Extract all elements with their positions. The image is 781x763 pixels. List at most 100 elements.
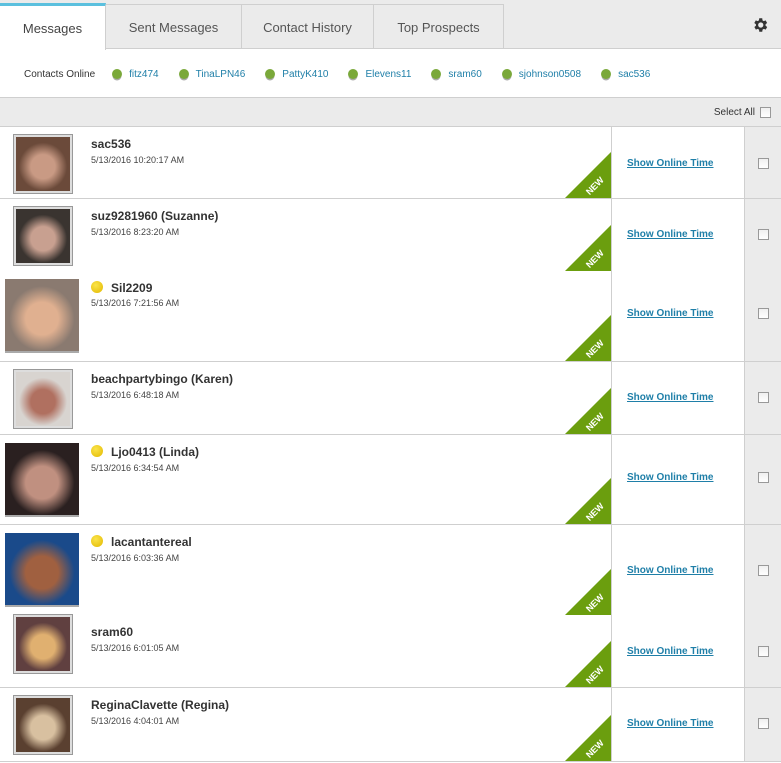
- sender-name-text: sram60: [91, 625, 134, 639]
- message-checkbox[interactable]: [758, 308, 769, 319]
- message-checkbox[interactable]: [758, 229, 769, 240]
- avatar[interactable]: [14, 207, 72, 265]
- new-badge: NEW: [565, 225, 611, 271]
- avatar[interactable]: [14, 696, 72, 754]
- online-time-cell: Show Online Time: [612, 362, 745, 434]
- message-row[interactable]: sram60 5/13/2016 6:01:05 AM NEW Show Onl…: [0, 615, 781, 688]
- message-date: 5/13/2016 6:34:54 AM: [91, 463, 180, 473]
- online-contact[interactable]: sjohnson0508: [501, 68, 582, 80]
- gear-icon[interactable]: [751, 16, 769, 34]
- message-row[interactable]: beachpartybingo (Karen) 5/13/2016 6:48:1…: [0, 362, 781, 435]
- message-row[interactable]: ReginaClavette (Regina) 5/13/2016 4:04:0…: [0, 688, 781, 762]
- select-all-checkbox[interactable]: [760, 106, 771, 118]
- online-status-icon: [501, 69, 512, 79]
- contact-name: Elevens11: [365, 68, 412, 80]
- sender-name-text: Sil2209: [111, 281, 153, 295]
- avatar[interactable]: [5, 533, 79, 607]
- message-cell: sram60 5/13/2016 6:01:05 AM NEW: [0, 615, 612, 687]
- message-checkbox[interactable]: [758, 472, 769, 483]
- tab-sent-messages[interactable]: Sent Messages: [106, 4, 242, 49]
- new-badge: NEW: [565, 388, 611, 434]
- message-date: 5/13/2016 10:20:17 AM: [91, 155, 185, 165]
- message-row[interactable]: Sil2209 5/13/2016 7:21:56 AM NEW Show On…: [0, 271, 781, 362]
- message-date: 5/13/2016 6:03:36 AM: [91, 553, 180, 563]
- tab-top-prospects[interactable]: Top Prospects: [374, 4, 504, 49]
- contacts-online-label: Contacts Online: [24, 68, 96, 80]
- online-time-cell: Show Online Time: [612, 199, 745, 271]
- show-online-time-link[interactable]: Show Online Time: [627, 718, 714, 729]
- sender-name[interactable]: ReginaClavette (Regina): [91, 698, 229, 712]
- message-row[interactable]: Ljo0413 (Linda) 5/13/2016 6:34:54 AM NEW…: [0, 435, 781, 525]
- select-cell: [745, 127, 781, 198]
- message-date: 5/13/2016 4:04:01 AM: [91, 716, 180, 726]
- sender-name[interactable]: Ljo0413 (Linda): [91, 445, 199, 459]
- new-badge: NEW: [565, 152, 611, 198]
- select-cell: [745, 435, 781, 524]
- tab-contact-history[interactable]: Contact History: [242, 4, 374, 49]
- show-online-time-link[interactable]: Show Online Time: [627, 472, 714, 483]
- sender-name-text: lacantantereal: [111, 535, 192, 549]
- select-cell: [745, 615, 781, 687]
- message-checkbox[interactable]: [758, 565, 769, 576]
- message-cell: lacantantereal 5/13/2016 6:03:36 AM NEW: [0, 525, 612, 615]
- online-status-icon: [601, 69, 612, 79]
- tab-messages[interactable]: Messages: [0, 3, 106, 50]
- select-cell: [745, 688, 781, 761]
- sender-name[interactable]: sac536: [91, 137, 131, 151]
- avatar[interactable]: [14, 370, 72, 428]
- contact-name: sjohnson0508: [518, 68, 582, 80]
- online-time-cell: Show Online Time: [612, 525, 745, 615]
- sender-name[interactable]: beachpartybingo (Karen): [91, 372, 233, 386]
- message-checkbox[interactable]: [758, 158, 769, 169]
- message-date: 5/13/2016 7:21:56 AM: [91, 298, 180, 308]
- sender-name[interactable]: Sil2209: [91, 281, 152, 295]
- message-row[interactable]: lacantantereal 5/13/2016 6:03:36 AM NEW …: [0, 525, 781, 615]
- show-online-time-link[interactable]: Show Online Time: [627, 158, 714, 169]
- contacts-online-bar: Contacts Online fitz474 TinaLPN46 PattyK…: [0, 50, 781, 98]
- sender-name[interactable]: lacantantereal: [91, 535, 192, 549]
- message-checkbox[interactable]: [758, 646, 769, 657]
- away-status-icon: [91, 281, 103, 293]
- message-date: 5/13/2016 8:23:20 AM: [91, 227, 180, 237]
- online-contact[interactable]: fitz474: [112, 69, 159, 80]
- online-status-icon: [348, 69, 359, 79]
- online-contact[interactable]: sac536: [601, 69, 650, 80]
- show-online-time-link[interactable]: Show Online Time: [627, 565, 714, 576]
- show-online-time-link[interactable]: Show Online Time: [627, 229, 714, 240]
- message-row[interactable]: suz9281960 (Suzanne) 5/13/2016 8:23:20 A…: [0, 199, 781, 271]
- tab-label: Top Prospects: [397, 19, 480, 35]
- select-cell: [745, 199, 781, 271]
- online-contact[interactable]: PattyK410: [265, 69, 328, 80]
- avatar[interactable]: [5, 443, 79, 517]
- message-checkbox[interactable]: [758, 718, 769, 729]
- message-date: 5/13/2016 6:48:18 AM: [91, 390, 180, 400]
- select-all-bar: Select All: [0, 97, 781, 127]
- message-cell: Ljo0413 (Linda) 5/13/2016 6:34:54 AM NEW: [0, 435, 612, 524]
- show-online-time-link[interactable]: Show Online Time: [627, 308, 714, 319]
- message-cell: beachpartybingo (Karen) 5/13/2016 6:48:1…: [0, 362, 612, 434]
- online-time-cell: Show Online Time: [612, 435, 745, 524]
- select-cell: [745, 362, 781, 434]
- online-contact[interactable]: sram60: [431, 69, 482, 80]
- select-cell: [745, 271, 781, 361]
- online-contact[interactable]: TinaLPN46: [178, 68, 246, 80]
- sender-name[interactable]: sram60: [91, 625, 133, 639]
- sender-name[interactable]: suz9281960 (Suzanne): [91, 209, 218, 223]
- online-time-cell: Show Online Time: [612, 688, 745, 761]
- message-cell: Sil2209 5/13/2016 7:21:56 AM NEW: [0, 271, 612, 361]
- avatar[interactable]: [5, 279, 79, 353]
- message-row[interactable]: sac536 5/13/2016 10:20:17 AM NEW Show On…: [0, 127, 781, 199]
- online-time-cell: Show Online Time: [612, 615, 745, 687]
- show-online-time-link[interactable]: Show Online Time: [627, 646, 714, 657]
- avatar[interactable]: [14, 135, 72, 193]
- show-online-time-link[interactable]: Show Online Time: [627, 392, 714, 403]
- select-cell: [745, 525, 781, 615]
- online-contact[interactable]: Elevens11: [348, 69, 411, 80]
- avatar[interactable]: [14, 615, 72, 673]
- new-badge: NEW: [565, 715, 611, 761]
- away-status-icon: [91, 445, 103, 457]
- sender-name-text: suz9281960 (Suzanne): [91, 209, 219, 223]
- message-checkbox[interactable]: [758, 392, 769, 403]
- tab-bar: Messages Sent Messages Contact History T…: [0, 0, 781, 50]
- contact-name: TinaLPN46: [195, 68, 246, 80]
